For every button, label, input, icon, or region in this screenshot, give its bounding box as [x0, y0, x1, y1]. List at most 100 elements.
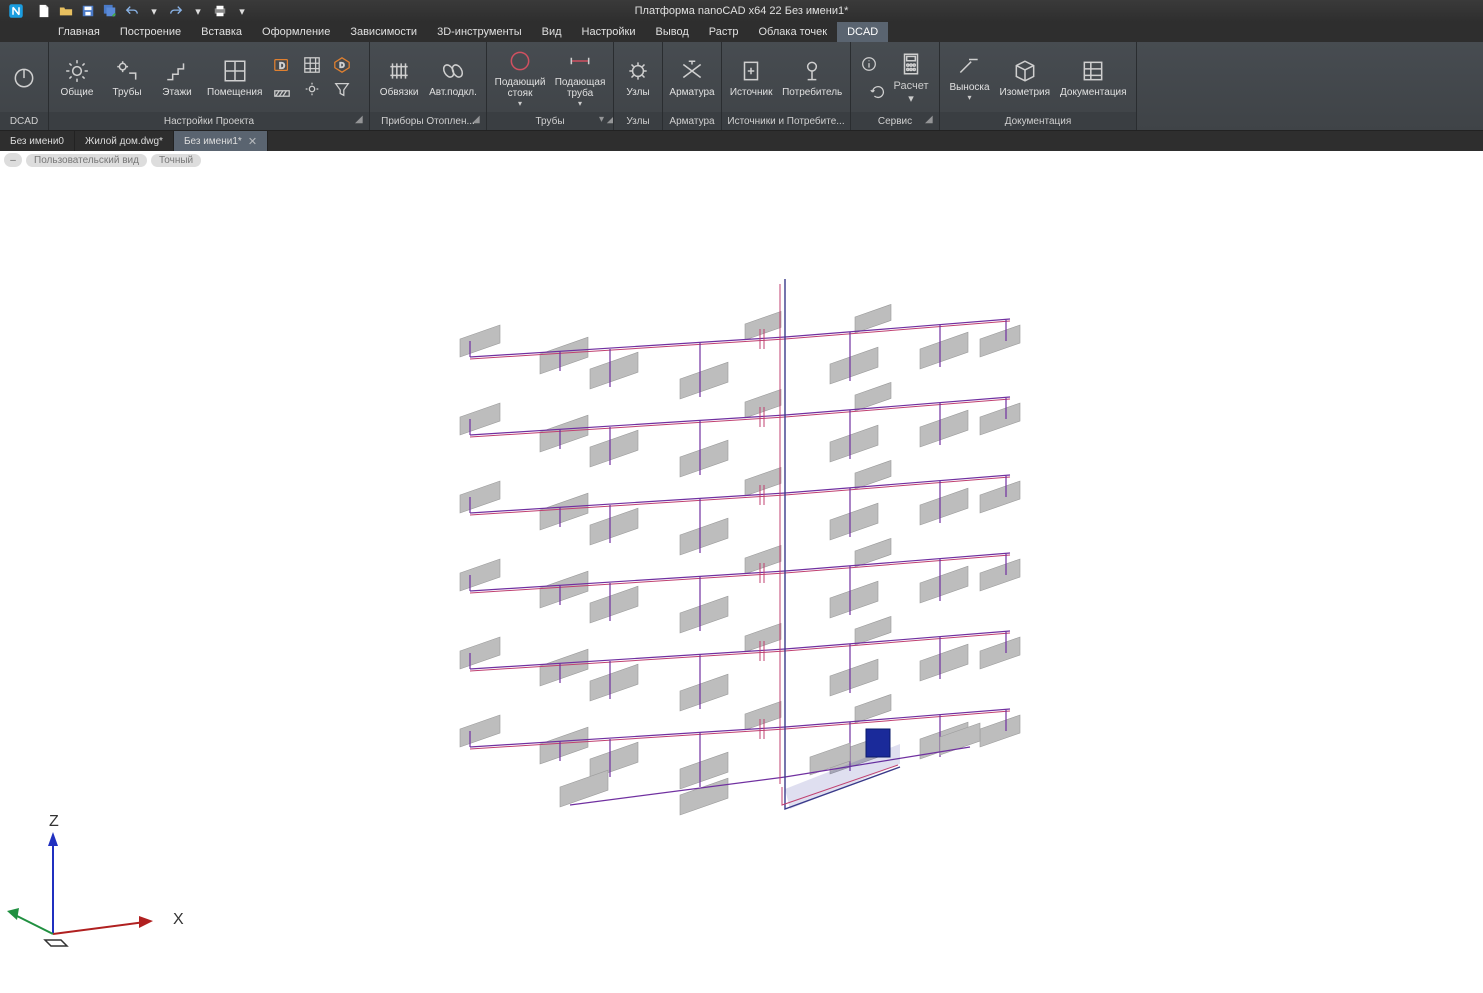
panel-title-project: Настройки Проекта◢	[49, 112, 369, 130]
save-icon[interactable]	[78, 2, 98, 20]
panel-pipes: Подающий стояк▾ Подающая труба▾ Трубы▾ ◢	[487, 42, 614, 130]
document-tab[interactable]: Без имени1*✕	[174, 131, 268, 151]
node-gear-icon	[622, 57, 654, 85]
valve-button[interactable]: Арматура	[667, 55, 717, 100]
menu-pointclouds[interactable]: Облака точек	[749, 22, 838, 42]
close-tab-icon[interactable]: ✕	[248, 135, 257, 148]
radiator-d-button[interactable]: D	[268, 54, 296, 76]
panel-launcher-icon[interactable]: ◢	[925, 114, 937, 126]
precision-pill[interactable]: Точный	[151, 154, 201, 167]
print-icon[interactable]	[210, 2, 230, 20]
rooms-button[interactable]: Помещения	[203, 55, 266, 100]
panel-sources: Источник Потребитель Источники и Потреби…	[722, 42, 851, 130]
supply-riser-button[interactable]: Подающий стояк▾	[491, 45, 549, 110]
menu-view[interactable]: Вид	[532, 22, 572, 42]
leader-icon	[953, 52, 985, 80]
chain-icon	[437, 57, 469, 85]
project-small-col1: D	[268, 54, 296, 100]
panel-title-valves: Арматура	[663, 112, 721, 130]
axis-z-label: Z	[49, 813, 59, 830]
panel-heaters: Обвязки Авт.подкл. Приборы Отоплен...◢	[370, 42, 487, 130]
gear-icon	[61, 57, 93, 85]
panel-launcher-icon[interactable]: ◢	[355, 114, 367, 126]
power-icon	[8, 63, 40, 91]
panel-valves: Арматура Арматура	[663, 42, 722, 130]
autoconnect-button[interactable]: Авт.подкл.	[425, 55, 481, 100]
chevron-down-icon: ▾	[908, 92, 914, 105]
pipe-segment-icon	[564, 47, 596, 75]
panel-title-heaters: Приборы Отоплен...◢	[370, 112, 486, 130]
nodes-button[interactable]: Узлы	[614, 55, 662, 100]
consumer-icon	[796, 57, 828, 85]
menu-format[interactable]: Оформление	[252, 22, 340, 42]
panel-title-pipes: Трубы▾ ◢	[487, 112, 613, 130]
gear-small-button[interactable]	[298, 78, 326, 100]
documentation-button[interactable]: Документация	[1056, 55, 1131, 100]
menu-dcad[interactable]: DCAD	[837, 22, 888, 42]
menu-main[interactable]: Главная	[48, 22, 110, 42]
app-logo[interactable]	[0, 0, 32, 22]
open-file-icon[interactable]	[56, 2, 76, 20]
floors-button[interactable]: Этажи	[153, 55, 201, 100]
dcad-power-button[interactable]	[0, 61, 48, 93]
menu-build[interactable]: Построение	[110, 22, 191, 42]
hatch-button[interactable]	[268, 78, 296, 100]
menu-constraints[interactable]: Зависимости	[340, 22, 427, 42]
calculate-button[interactable]	[885, 49, 937, 79]
grid-button[interactable]	[298, 54, 326, 76]
pipes-gear-icon	[111, 57, 143, 85]
menu-insert[interactable]: Вставка	[191, 22, 252, 42]
view-name-pill[interactable]: Пользовательский вид	[26, 154, 147, 167]
supply-pipe-button[interactable]: Подающая труба▾	[551, 45, 609, 110]
quick-access-toolbar: ▾ ▾ ▾	[34, 2, 252, 20]
menu-output[interactable]: Вывод	[645, 22, 698, 42]
leader-button[interactable]: Выноска▾	[945, 50, 993, 104]
redo-caret-icon[interactable]: ▾	[188, 2, 208, 20]
panel-launcher-icon[interactable]: ▾ ◢	[599, 114, 611, 126]
undo-icon[interactable]	[122, 2, 142, 20]
pipes-settings-button[interactable]: Трубы	[103, 55, 151, 100]
collapse-button[interactable]: –	[4, 153, 22, 167]
view-controls-bar: – Пользовательский вид Точный	[0, 151, 1483, 169]
menu-3dtools[interactable]: 3D-инструменты	[427, 22, 532, 42]
panel-title-docs: Документация	[940, 112, 1136, 130]
panel-title-nodes: Узлы	[614, 112, 662, 130]
table-doc-icon	[1077, 57, 1109, 85]
svg-text:D: D	[340, 61, 345, 70]
redo-icon[interactable]	[166, 2, 186, 20]
chevron-down-icon: ▾	[967, 93, 971, 102]
isometry-button[interactable]: Изометрия	[996, 55, 1054, 100]
common-settings-button[interactable]: Общие	[53, 55, 101, 100]
radiator-icon	[383, 57, 415, 85]
new-file-icon[interactable]	[34, 2, 54, 20]
undo-caret-icon[interactable]: ▾	[144, 2, 164, 20]
menu-raster[interactable]: Растр	[699, 22, 749, 42]
title-bar: ▾ ▾ ▾ Платформа nanoCAD x64 22 Без имени…	[0, 0, 1483, 22]
panel-nodes: Узлы Узлы	[614, 42, 663, 130]
saveall-icon[interactable]	[100, 2, 120, 20]
model-viewport[interactable]: Z X	[0, 169, 1483, 993]
calculator-icon	[895, 53, 927, 75]
panel-launcher-icon[interactable]: ◢	[472, 114, 484, 126]
panel-docs: Выноска▾ Изометрия Документация Документ…	[940, 42, 1137, 130]
source-button[interactable]: Источник	[726, 55, 776, 100]
badge-d-button[interactable]: D	[328, 54, 356, 76]
qat-customize-icon[interactable]: ▾	[232, 2, 252, 20]
ucs-gizmo[interactable]: Z X	[5, 804, 185, 974]
panel-title-service: Сервис◢	[851, 112, 939, 130]
panel-title-dcad: DCAD	[0, 112, 48, 130]
filter-button[interactable]	[328, 78, 356, 100]
axis-x-label: X	[173, 911, 184, 928]
ribbon: DCAD Общие Трубы Этажи Помещения D D Нас…	[0, 42, 1483, 131]
document-tab[interactable]: Жилой дом.dwg*	[75, 131, 174, 151]
info-button[interactable]	[853, 49, 885, 79]
menu-settings[interactable]: Настройки	[572, 22, 646, 42]
strapping-button[interactable]: Обвязки	[375, 55, 423, 100]
document-tab[interactable]: Без имени0	[0, 131, 75, 151]
rooms-icon	[219, 57, 251, 85]
riser-circle-icon	[504, 47, 536, 75]
consumer-button[interactable]: Потребитель	[778, 55, 846, 100]
panel-project-settings: Общие Трубы Этажи Помещения D D Настройк…	[49, 42, 370, 130]
menu-bar: Главная Построение Вставка Оформление За…	[0, 22, 1483, 42]
refresh-button[interactable]	[862, 79, 894, 105]
